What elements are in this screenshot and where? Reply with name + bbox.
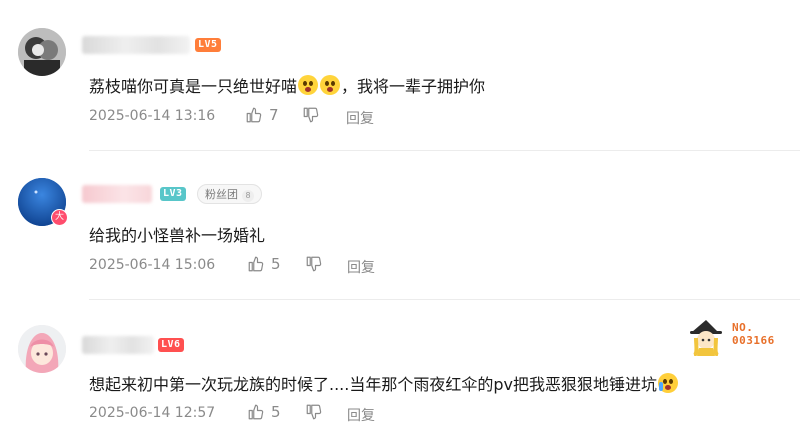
thumb-up-icon xyxy=(248,256,264,272)
level-badge: LV5 xyxy=(195,38,221,52)
badge-number-prefix: NO. xyxy=(732,321,754,334)
like-button[interactable]: 7 xyxy=(245,106,279,124)
badge-number-value: 003166 xyxy=(732,334,775,347)
divider xyxy=(89,150,800,151)
avatar-image-icon xyxy=(18,325,66,373)
thumb-down-icon xyxy=(303,107,319,123)
fan-club-badge[interactable]: 粉丝团 8 xyxy=(197,184,262,204)
level-badge: LV6 xyxy=(158,338,184,352)
username-redacted[interactable] xyxy=(82,185,152,203)
divider xyxy=(89,299,800,300)
dislike-button[interactable] xyxy=(302,106,320,124)
reply-button[interactable]: 回复 xyxy=(347,405,375,425)
comment-text: 给我的小怪兽补一场婚礼 xyxy=(89,226,266,245)
shocked-face-emoji xyxy=(298,75,319,95)
reply-button[interactable]: 回复 xyxy=(346,108,374,128)
like-count: 5 xyxy=(271,403,281,421)
shocked-face-emoji xyxy=(320,75,341,95)
dislike-button[interactable] xyxy=(305,255,323,273)
avatar[interactable] xyxy=(18,28,66,76)
crying-face-emoji xyxy=(657,373,678,393)
avatar[interactable] xyxy=(18,325,66,373)
reply-button[interactable]: 回复 xyxy=(347,257,375,277)
like-count: 7 xyxy=(269,106,279,124)
thumb-down-icon xyxy=(306,256,322,272)
comment-text: 想起来初中第一次玩龙族的时候了....当年那个雨夜红伞的pv把我恶狠狠地锤进坑 xyxy=(89,371,679,395)
comment-text-body: 想起来初中第一次玩龙族的时候了....当年那个雨夜红伞的pv把我恶狠狠地锤进坑 xyxy=(89,375,657,394)
timestamp: 2025-06-14 13:16 xyxy=(89,108,216,124)
comment-text-part-2: ，我将一辈子拥护你 xyxy=(341,77,486,96)
timestamp: 2025-06-14 15:06 xyxy=(89,257,216,273)
fan-club-level: 8 xyxy=(242,190,254,202)
thumb-down-icon xyxy=(306,404,322,420)
avatar-image-icon xyxy=(18,28,66,76)
like-count: 5 xyxy=(271,255,281,273)
level-badge: LV3 xyxy=(160,187,186,201)
avatar-tag: 大 xyxy=(51,209,68,226)
badge-number: NO. 003166 xyxy=(732,321,775,347)
comment-text: 荔枝喵你可真是一只绝世好喵 ，我将一辈子拥护你 xyxy=(89,73,485,97)
timestamp: 2025-06-14 12:57 xyxy=(89,405,216,421)
like-button[interactable]: 5 xyxy=(247,403,281,421)
username-redacted[interactable] xyxy=(82,36,190,54)
like-button[interactable]: 5 xyxy=(247,255,281,273)
badge-character-icon xyxy=(690,320,722,356)
fan-number-badge: NO. 003166 xyxy=(688,318,798,358)
fan-club-label: 粉丝团 xyxy=(205,188,238,201)
thumb-up-icon xyxy=(246,107,262,123)
dislike-button[interactable] xyxy=(305,403,323,421)
thumb-up-icon xyxy=(248,404,264,420)
username-redacted[interactable] xyxy=(82,336,154,354)
comment-text-part-1: 荔枝喵你可真是一只绝世好喵 xyxy=(89,77,298,96)
